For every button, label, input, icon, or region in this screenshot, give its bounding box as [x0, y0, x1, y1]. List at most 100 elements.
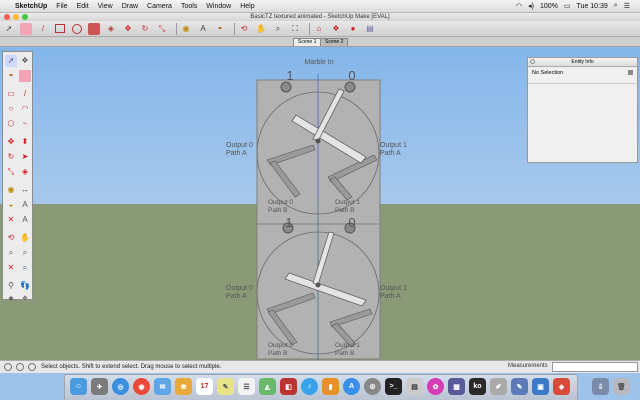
ibooks-icon[interactable]: ▮	[322, 378, 339, 395]
pencil-icon[interactable]: /	[37, 23, 49, 35]
pencil-app-icon[interactable]: ✎	[511, 378, 528, 395]
app-store-icon[interactable]: A	[343, 378, 360, 395]
downloads-icon[interactable]: ⇩	[592, 378, 609, 395]
eraser-icon[interactable]	[19, 70, 31, 82]
previous-view-icon[interactable]: ⌕	[19, 262, 31, 274]
tape-measure-icon[interactable]: ◉	[180, 23, 192, 35]
itunes-icon[interactable]: ♪	[301, 378, 318, 395]
image-app-icon[interactable]: ▦	[448, 378, 465, 395]
text-icon[interactable]: A	[197, 23, 209, 35]
followme-icon[interactable]: ➤	[19, 151, 31, 163]
components-icon[interactable]: ❖	[330, 23, 342, 35]
text-icon[interactable]: A	[19, 199, 31, 211]
freehand-icon[interactable]: ~	[19, 118, 31, 130]
close-panel-button[interactable]	[530, 59, 535, 64]
orbit-icon[interactable]: ⟲	[5, 232, 17, 244]
zoom-extents-icon[interactable]: ⛶	[289, 23, 301, 35]
eraser-icon[interactable]	[20, 22, 32, 35]
reminders-icon[interactable]: ☰	[238, 378, 255, 395]
zoom-window-button[interactable]	[22, 14, 28, 20]
dimension-icon[interactable]: ↔	[19, 184, 31, 196]
maps-icon[interactable]: ◭	[259, 378, 276, 395]
rectangle-icon[interactable]: ▭	[5, 88, 17, 100]
close-window-button[interactable]	[4, 14, 10, 20]
battery-icon[interactable]: ▭	[564, 2, 571, 10]
sketchbook-icon[interactable]: ✐	[490, 378, 507, 395]
layout-app-icon[interactable]: ◈	[553, 378, 570, 395]
menu-window[interactable]: Window	[206, 3, 231, 10]
tab-scene-2[interactable]: Scene 2	[320, 38, 349, 46]
sketchup-icon[interactable]: ▣	[532, 378, 549, 395]
menu-edit[interactable]: Edit	[77, 3, 89, 10]
paint-bucket-icon[interactable]: ◓	[5, 70, 17, 82]
offset-icon[interactable]: ◈	[19, 166, 31, 178]
menu-app-name[interactable]: SketchUp	[15, 3, 47, 10]
zoom-icon[interactable]: ⌕	[5, 247, 17, 259]
zoom-extents-icon[interactable]: ✕	[5, 262, 17, 274]
select-icon[interactable]: ➚	[5, 55, 17, 67]
offset-icon[interactable]: ◈	[105, 23, 117, 35]
safari-icon[interactable]: ◎	[112, 378, 129, 395]
pushpull-icon[interactable]	[88, 22, 100, 35]
scale-icon[interactable]: ⤡	[156, 23, 168, 35]
orbit-icon[interactable]: ⟲	[238, 23, 250, 35]
credits-icon[interactable]	[16, 363, 24, 371]
rotate-icon[interactable]: ↻	[5, 151, 17, 163]
walk-icon[interactable]: 👣	[19, 280, 31, 292]
pan-icon[interactable]: ✋	[19, 232, 31, 244]
look-around-icon[interactable]: ◉	[5, 293, 17, 305]
zoom-window-icon[interactable]: ⌕	[19, 247, 31, 259]
calendar-icon[interactable]: 17	[196, 378, 213, 395]
chrome-icon[interactable]: ◉	[133, 378, 150, 395]
menu-camera[interactable]: Camera	[147, 3, 172, 10]
user-icon[interactable]	[28, 363, 36, 371]
pushpull-icon[interactable]: ⬍	[19, 136, 31, 148]
flower-app-icon[interactable]: ✿	[427, 378, 444, 395]
pan-icon[interactable]: ✋	[255, 23, 267, 35]
rectangle-icon[interactable]	[54, 23, 66, 35]
finder-icon[interactable]: ☺	[70, 378, 87, 395]
minimize-window-button[interactable]	[13, 14, 19, 20]
axes-icon[interactable]: ✕	[5, 214, 17, 226]
measurements-input[interactable]	[552, 362, 638, 372]
wifi-icon[interactable]: ◠	[516, 2, 522, 10]
zoom-icon[interactable]: ⌕	[272, 23, 284, 35]
paint-bucket-icon[interactable]: ◓	[214, 23, 226, 35]
menu-help[interactable]: Help	[240, 3, 254, 10]
launchpad-icon[interactable]: ✈	[91, 378, 108, 395]
notification-icon[interactable]: ☰	[624, 2, 630, 10]
tab-scene-1[interactable]: Scene 1	[293, 38, 322, 46]
scale-icon[interactable]: ⤡	[5, 166, 17, 178]
position-camera-icon[interactable]: ⚲	[5, 280, 17, 292]
make-component-icon[interactable]: ❖	[19, 55, 31, 67]
volume-icon[interactable]: ◂)	[528, 2, 534, 10]
battery-percent[interactable]: 100%	[540, 3, 558, 10]
clock[interactable]: Tue 10:39	[577, 3, 608, 10]
lock-icon[interactable]	[628, 70, 633, 75]
mail-icon[interactable]: ✉	[154, 378, 171, 395]
spotlight-icon[interactable]: ⌕	[614, 2, 618, 10]
warehouse-icon[interactable]: ⌂	[313, 23, 325, 35]
pencil-icon[interactable]: /	[19, 88, 31, 100]
circle-icon[interactable]	[71, 23, 83, 35]
tape-measure-icon[interactable]: ◉	[5, 184, 17, 196]
3d-text-icon[interactable]: A	[19, 214, 31, 226]
menu-draw[interactable]: Draw	[122, 3, 138, 10]
section-plane-icon[interactable]: ✥	[19, 293, 31, 305]
polygon-icon[interactable]: ⬡	[5, 118, 17, 130]
menu-view[interactable]: View	[98, 3, 113, 10]
circle-icon[interactable]: ○	[5, 103, 17, 115]
select-icon[interactable]: ➚	[3, 23, 15, 35]
trash-icon[interactable]: 🗑	[613, 378, 630, 395]
menu-file[interactable]: File	[56, 3, 67, 10]
terminal-icon[interactable]: >_	[385, 378, 402, 395]
extension-icon[interactable]: ●	[347, 23, 359, 35]
activity-icon[interactable]: ▤	[406, 378, 423, 395]
notes-icon[interactable]: ✎	[217, 378, 234, 395]
move-icon[interactable]: ✥	[5, 136, 17, 148]
photos-icon[interactable]: ❀	[175, 378, 192, 395]
photo-booth-icon[interactable]: ◧	[280, 378, 297, 395]
system-preferences-icon[interactable]: ⚙	[364, 378, 381, 395]
protractor-icon[interactable]: ◒	[5, 199, 17, 211]
arc-icon[interactable]: ◠	[19, 103, 31, 115]
